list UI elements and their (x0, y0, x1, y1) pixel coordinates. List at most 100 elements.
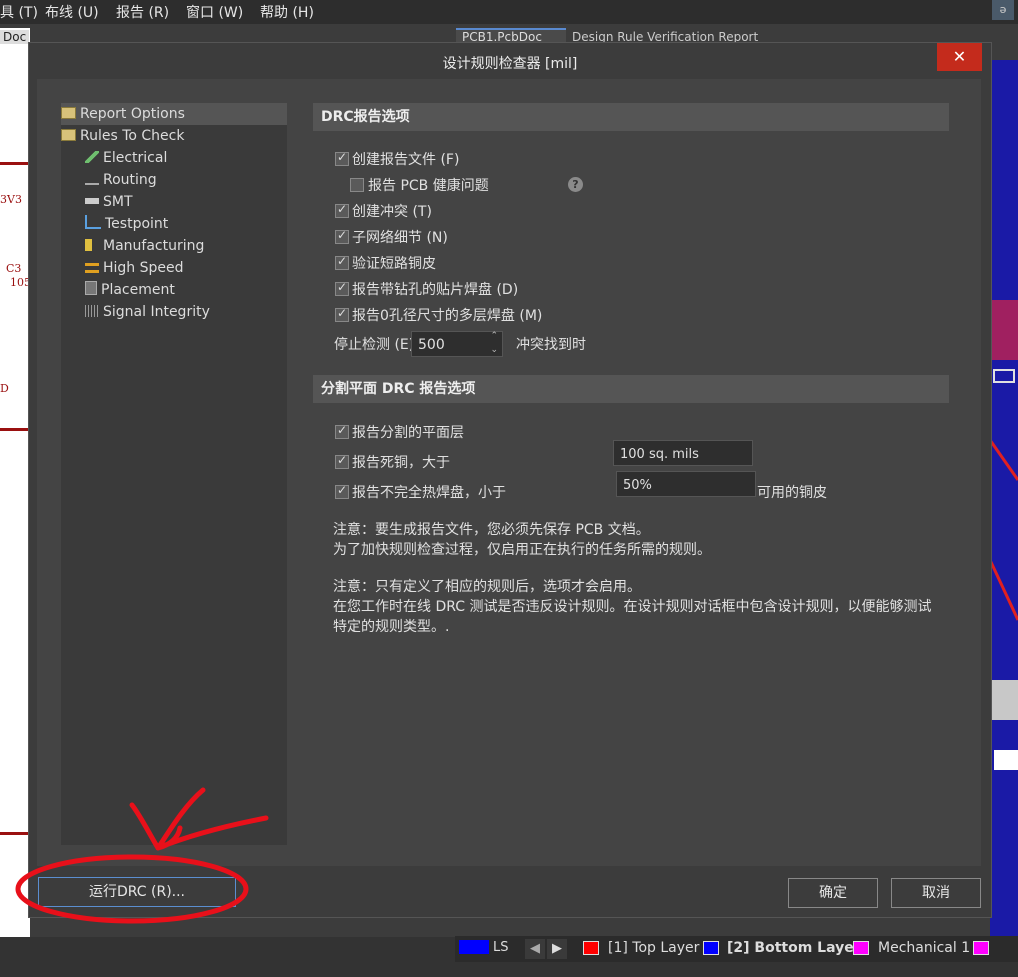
tree-item-high-speed[interactable]: High Speed (85, 257, 184, 279)
note-line: 在您工作时在线 DRC 测试是否违反设计规则。在设计规则对话框中包含设计规则，以… (333, 599, 932, 615)
create-violations-checkbox[interactable] (335, 202, 349, 218)
menu-tools[interactable]: 具 (T) (0, 2, 38, 22)
spin-arrows-icon[interactable]: ⌃ ⌄ (490, 329, 498, 357)
ok-button[interactable]: 确定 (788, 878, 878, 908)
thermal-suffix: 可用的铜皮 (757, 485, 827, 501)
tab-bottom-layer[interactable]: [2] Bottom Layer (727, 940, 861, 956)
subnet-details-label: 子网络细节 (N) (352, 230, 448, 246)
tree-item-label: SMT (103, 194, 133, 210)
pcb-canvas (988, 60, 1018, 940)
note-line: 注意：只有定义了相应的规则后，选项才会启用。 (333, 579, 641, 595)
report-zero-hole-checkbox[interactable] (335, 306, 349, 322)
split-plane-header: 分割平面 DRC 报告选项 (313, 375, 949, 403)
tree-item-manufacturing[interactable]: Manufacturing (85, 235, 204, 257)
tree-item-label: Routing (103, 172, 157, 188)
thermal-input[interactable]: 50% (616, 471, 756, 497)
menu-help[interactable]: 帮助 (H) (260, 2, 314, 22)
ls-label[interactable]: LS (493, 940, 509, 955)
run-drc-button[interactable]: 运行DRC (R)... (38, 877, 236, 907)
tree-item-smt[interactable]: SMT (85, 191, 133, 213)
tree-item-report-options[interactable]: Report Options (61, 103, 287, 125)
stop-after-value: 500 (418, 337, 445, 353)
verify-shorting-copper-checkbox[interactable] (335, 254, 349, 270)
report-split-planes-label: 报告分割的平面层 (352, 425, 464, 441)
dialog-titlebar: 设计规则检查器 [mil] ✕ (29, 43, 991, 79)
help-icon[interactable]: ? (568, 177, 583, 192)
report-drilled-smt-checkbox[interactable] (335, 280, 349, 296)
note-line: 注意：要生成报告文件，您必须先保存 PCB 文档。 (333, 522, 650, 538)
subnet-details-checkbox[interactable] (335, 228, 349, 244)
tab-top-layer[interactable]: [1] Top Layer (608, 940, 699, 956)
report-pcb-health-checkbox[interactable] (350, 178, 364, 192)
close-icon: ✕ (952, 47, 967, 66)
tree-item-label: Electrical (103, 150, 168, 166)
tree-item-testpoint[interactable]: Testpoint (85, 213, 168, 235)
cancel-button[interactable]: 取消 (891, 878, 981, 908)
close-button[interactable]: ✕ (937, 43, 982, 71)
drc-dialog: 设计规则检查器 [mil] ✕ Report Options Rules To … (28, 42, 992, 918)
thermal-value: 50% (623, 478, 652, 493)
scroll-right-icon[interactable]: ▶ (547, 939, 567, 959)
stop-after-spinbox[interactable]: 500 ⌃ ⌄ (411, 331, 503, 357)
note-line: 为了加快规则检查过程，仅启用正在执行的任务所需的规则。 (333, 542, 711, 558)
tree-item-label: Rules To Check (80, 128, 185, 144)
report-dead-copper-label: 报告死铜，大于 (352, 455, 450, 471)
tree-item-electrical[interactable]: Electrical (85, 147, 167, 169)
tree-item-rules-to-check[interactable]: Rules To Check (61, 125, 184, 147)
stop-after-label: 停止检测 (E) (334, 337, 415, 353)
component-label: C3 (6, 262, 22, 275)
testpoint-icon (85, 215, 101, 229)
create-violations-label: 创建冲突 (T) (352, 204, 432, 220)
tree-item-signal-integrity[interactable]: Signal Integrity (85, 301, 210, 323)
placement-icon (85, 281, 97, 295)
current-layer-swatch (459, 940, 489, 954)
top-layer-swatch (583, 941, 599, 955)
report-zero-hole-label: 报告0孔径尺寸的多层焊盘 (M) (352, 308, 543, 324)
routing-icon (85, 175, 99, 185)
report-thermal-checkbox[interactable] (335, 483, 349, 499)
pcb-traces (988, 300, 1018, 770)
section-title: DRC报告选项 (321, 109, 410, 125)
document-tab[interactable]: Doc (0, 30, 30, 44)
signal-integrity-icon (85, 305, 99, 317)
smt-icon (85, 198, 99, 204)
rules-tree: Report Options Rules To Check Electrical… (61, 103, 287, 845)
tree-item-placement[interactable]: Placement (85, 279, 175, 301)
scroll-left-icon[interactable]: ◀ (525, 939, 545, 959)
schematic-panel: 3V3 C3 105 D (0, 28, 31, 938)
menu-bar: 具 (T) 布线 (U) 报告 (R) 窗口 (W) 帮助 (H) ə (0, 0, 1018, 24)
mechanical-swatch (853, 941, 869, 955)
menu-reports[interactable]: 报告 (R) (116, 2, 169, 22)
folder-icon (61, 129, 76, 141)
tree-item-label: High Speed (103, 260, 184, 276)
dialog-title: 设计规则检查器 [mil] (442, 56, 578, 72)
next-layer-swatch (973, 941, 989, 955)
dead-copper-input[interactable]: 100 sq. mils (613, 440, 753, 466)
electrical-icon (85, 151, 99, 163)
manufacturing-icon (85, 239, 99, 251)
report-split-planes-checkbox[interactable] (335, 423, 349, 439)
create-report-label: 创建报告文件 (F) (352, 152, 460, 168)
dialog-content: Report Options Rules To Check Electrical… (37, 79, 981, 866)
section-title: 分割平面 DRC 报告选项 (321, 381, 476, 397)
tree-item-label: Testpoint (105, 216, 169, 232)
folder-icon (61, 107, 76, 119)
layer-tabs: LS ◀ ▶ [1] Top Layer [2] Bottom Layer Me… (455, 936, 1018, 962)
report-dead-copper-checkbox[interactable] (335, 453, 349, 469)
report-pcb-health-label: 报告 PCB 健康问题 (368, 178, 489, 194)
account-icon[interactable]: ə (992, 0, 1014, 20)
tree-item-label: Signal Integrity (103, 304, 210, 320)
menu-window[interactable]: 窗口 (W) (186, 2, 243, 22)
net-label: 3V3 (0, 193, 22, 206)
tree-item-routing[interactable]: Routing (85, 169, 157, 191)
net-label: D (0, 382, 9, 395)
note-line: 特定的规则类型。. (333, 619, 450, 635)
high-speed-icon (85, 263, 99, 273)
tree-item-label: Manufacturing (103, 238, 205, 254)
report-drilled-smt-label: 报告带钻孔的贴片焊盘 (D) (352, 282, 519, 298)
tab-mechanical-1[interactable]: Mechanical 1 (878, 940, 970, 956)
menu-route[interactable]: 布线 (U) (45, 2, 99, 22)
create-report-checkbox[interactable] (335, 150, 349, 166)
tree-item-label: Report Options (80, 106, 185, 122)
report-thermal-label: 报告不完全热焊盘，小于 (352, 485, 506, 501)
